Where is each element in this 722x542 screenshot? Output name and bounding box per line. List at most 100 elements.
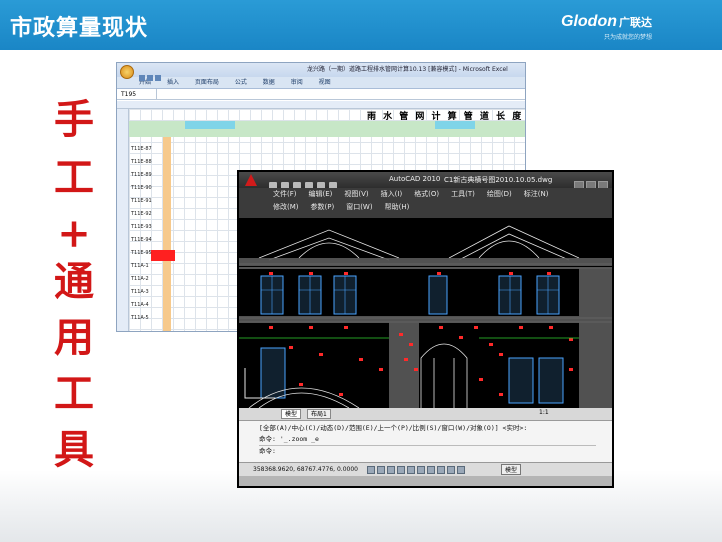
dimension-marker: [269, 326, 273, 329]
side-char-4: 通: [54, 258, 94, 305]
formula-bar[interactable]: T195: [117, 89, 525, 100]
undo-icon[interactable]: [147, 75, 153, 81]
dimension-marker: [359, 358, 363, 361]
glodon-logo: Glodon 广联达: [561, 13, 652, 31]
row-id-list: T11E-87 T11E-88 T11E-89 T11E-90 T11E-91 T11E-…: [131, 143, 152, 325]
dimension-marker: [489, 343, 493, 346]
cad-command-window[interactable]: [全部(A)/中心(C)/动态(D)/范围(E)/上一个(P)/比例(S)/窗口…: [239, 420, 612, 462]
dimension-marker: [569, 368, 573, 371]
ducs-icon[interactable]: [427, 466, 435, 474]
ribbon-tab-review[interactable]: 审阅: [291, 79, 303, 86]
ribbon-tab-layout[interactable]: 页面布局: [195, 79, 219, 86]
menu-item[interactable]: 标注(N): [524, 190, 549, 198]
cad-file-name: C1新古典横号图2010.10.05.dwg: [444, 176, 553, 184]
otrack-icon[interactable]: [417, 466, 425, 474]
dimension-marker: [519, 326, 523, 329]
row-id[interactable]: T11E-94: [131, 234, 152, 247]
column-headers[interactable]: [117, 101, 525, 109]
cad-quick-access[interactable]: [269, 175, 369, 190]
annotation-scale[interactable]: 1:1: [539, 409, 549, 416]
table-header-highlight: [435, 121, 475, 129]
dimension-marker: [399, 333, 403, 336]
excel-title: 龙兴路（一期）道路工程排水管网计算10.13 [兼容模式] - Microsof…: [307, 66, 508, 73]
dimension-marker: [414, 368, 418, 371]
dimension-marker: [344, 272, 348, 275]
row-id[interactable]: T11E-91: [131, 195, 152, 208]
row-id[interactable]: T11A-5: [131, 312, 152, 325]
dimension-marker: [319, 353, 323, 356]
dimension-marker: [459, 336, 463, 339]
ortho-icon[interactable]: [387, 466, 395, 474]
menu-item[interactable]: 绘图(D): [487, 190, 512, 198]
grid-icon[interactable]: [377, 466, 385, 474]
ribbon-tab-insert[interactable]: 插入: [167, 79, 179, 86]
row-id[interactable]: T11E-93: [131, 221, 152, 234]
sheet-title: 雨 水 管 网 计 算 管 道 长 度 计 算: [367, 112, 525, 122]
dyn-icon[interactable]: [437, 466, 445, 474]
highlighted-cell[interactable]: [151, 250, 175, 261]
dimension-marker: [379, 368, 383, 371]
menu-item[interactable]: 窗口(W): [346, 203, 372, 211]
cad-status-bar: 358368.9620, 68767.4776, 0.0000 模型: [239, 462, 612, 476]
redo-icon[interactable]: [155, 75, 161, 81]
polar-icon[interactable]: [397, 466, 405, 474]
row-headers[interactable]: [117, 109, 129, 331]
command-input[interactable]: 命令:: [259, 445, 596, 457]
cad-menu-bar[interactable]: 文件(F) 编辑(E) 视图(V) 插入(I) 格式(O) 工具(T) 绘图(D) 标注(N)…: [239, 188, 612, 218]
excel-ribbon-tabs[interactable]: 开始 插入 页面布局 公式 数据 审阅 视图: [117, 77, 525, 89]
cad-window-bottom: [239, 476, 612, 486]
side-char-7: 具: [54, 426, 94, 473]
row-id[interactable]: T11A-1: [131, 260, 152, 273]
menu-item[interactable]: 工具(T): [451, 190, 475, 198]
tab-layout1[interactable]: 布局1: [307, 409, 331, 419]
quick-access-toolbar[interactable]: [139, 66, 179, 81]
coordinate-readout: 358368.9620, 68767.4776, 0.0000: [253, 466, 358, 473]
dimension-marker: [409, 343, 413, 346]
row-id[interactable]: T11E-87: [131, 143, 152, 156]
menu-item[interactable]: 编辑(E): [309, 190, 333, 198]
table-header-highlight: [185, 121, 235, 129]
row-id[interactable]: T11E-89: [131, 169, 152, 182]
office-button-icon[interactable]: [120, 65, 134, 79]
dimension-marker: [474, 326, 478, 329]
save-icon[interactable]: [139, 75, 145, 81]
autocad-logo-icon[interactable]: [245, 174, 257, 186]
menu-item[interactable]: 修改(M): [273, 203, 299, 211]
menu-item[interactable]: 文件(F): [273, 190, 297, 198]
cad-drawing-canvas[interactable]: [239, 218, 612, 409]
model-space-button[interactable]: 模型: [501, 464, 522, 475]
ribbon-tab-formulas[interactable]: 公式: [235, 79, 247, 86]
dimension-marker: [547, 272, 551, 275]
side-char-6: 工: [54, 370, 94, 417]
menu-item[interactable]: 格式(O): [414, 190, 439, 198]
lwt-icon[interactable]: [447, 466, 455, 474]
dimension-marker: [404, 358, 408, 361]
osnap-icon[interactable]: [407, 466, 415, 474]
autocad-title-bar: AutoCAD 2010 C1新古典横号图2010.10.05.dwg: [239, 172, 612, 190]
side-char-plus: +: [57, 210, 91, 257]
row-id[interactable]: T11A-3: [131, 286, 152, 299]
name-box[interactable]: T195: [117, 89, 157, 100]
row-id[interactable]: T11E-92: [131, 208, 152, 221]
row-id[interactable]: T11A-2: [131, 273, 152, 286]
row-id[interactable]: T11E-95: [131, 247, 152, 260]
snap-icon[interactable]: [367, 466, 375, 474]
cad-layout-tabs[interactable]: 模型 布局1 1:1: [239, 408, 612, 420]
ribbon-tab-data[interactable]: 数据: [263, 79, 275, 86]
row-id[interactable]: T11A-4: [131, 299, 152, 312]
autocad-window[interactable]: AutoCAD 2010 C1新古典横号图2010.10.05.dwg 文件(F…: [237, 170, 614, 488]
menu-item[interactable]: 帮助(H): [385, 203, 410, 211]
tab-model[interactable]: 模型: [281, 409, 302, 419]
row-id[interactable]: T11E-90: [131, 182, 152, 195]
qp-icon[interactable]: [457, 466, 465, 474]
menu-item[interactable]: 视图(V): [344, 190, 368, 198]
dimension-marker: [437, 272, 441, 275]
menu-item[interactable]: 插入(I): [381, 190, 403, 198]
ribbon-tab-view[interactable]: 视图: [319, 79, 331, 86]
highlighted-column: [163, 137, 171, 331]
row-id[interactable]: T11E-88: [131, 156, 152, 169]
side-char-1: 手: [54, 96, 94, 143]
dimension-marker: [309, 326, 313, 329]
dimension-marker: [509, 272, 513, 275]
menu-item[interactable]: 参数(P): [311, 203, 335, 211]
